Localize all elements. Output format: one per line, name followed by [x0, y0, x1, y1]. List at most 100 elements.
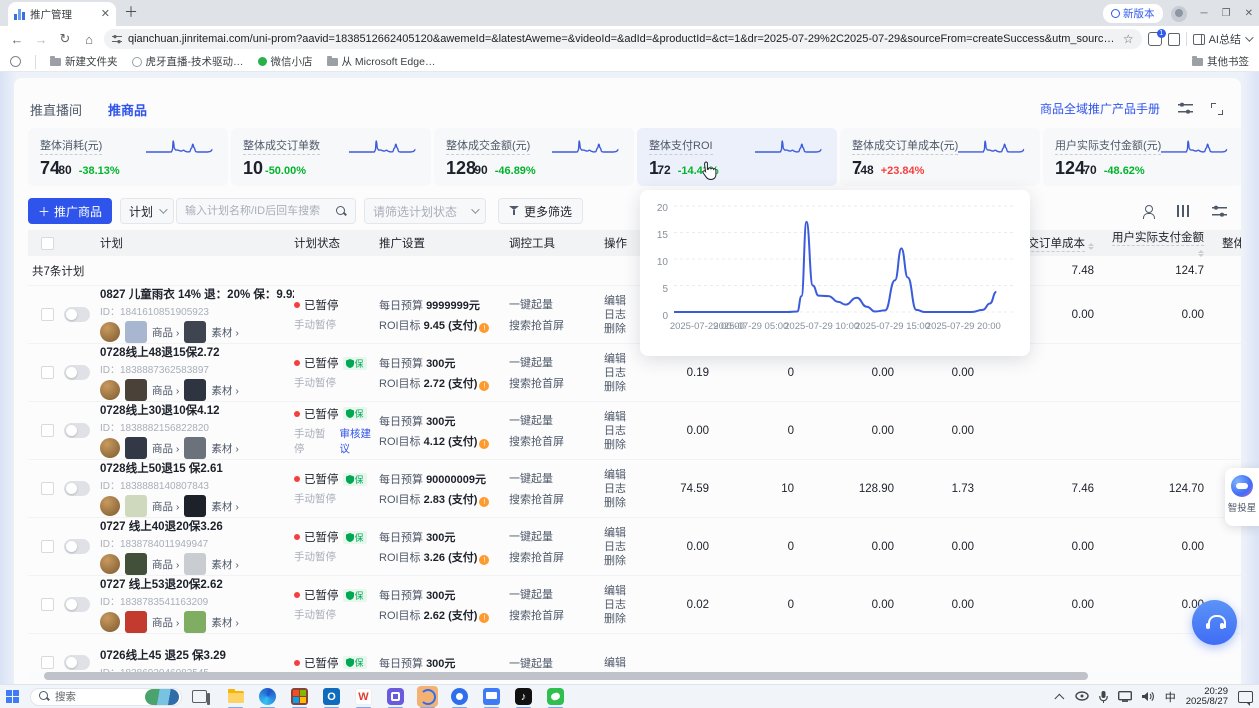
tool-boost[interactable]: 一键起量 [509, 528, 604, 544]
bookmark-item[interactable]: 从 Microsoft Edge… [327, 54, 436, 69]
network-display-icon[interactable] [1118, 691, 1132, 702]
metric-card-roi[interactable]: 整体支付ROI 1.72-14.43% [637, 128, 837, 186]
task-view-icon[interactable] [192, 690, 207, 703]
row-toggle[interactable] [64, 481, 90, 496]
tool-search-screen[interactable]: 搜索抢首屏 [509, 375, 604, 391]
material-link[interactable]: 素材 › [211, 383, 238, 398]
row-toggle[interactable] [64, 597, 90, 612]
bookmark-item[interactable]: 新建文件夹 [50, 54, 118, 69]
more-filters-button[interactable]: 更多筛选 [498, 198, 583, 224]
metric-card-orders[interactable]: 整体成交订单数 10-50.00% [231, 128, 431, 186]
edit-link[interactable]: 编辑 [604, 468, 659, 482]
table-row[interactable]: 0728线上30退10保4.12 ID：1838882156822820 商品 … [28, 402, 1241, 460]
plan-search-input[interactable] [185, 205, 336, 217]
bookmark-item[interactable]: 虎牙直播-技术驱动… [132, 54, 244, 69]
material-link[interactable]: 素材 › [211, 325, 238, 340]
table-row[interactable]: 0728线上50退15 保2.61 ID：1838888140807843 商品… [28, 460, 1241, 518]
new-version-badge[interactable]: 新版本 [1103, 4, 1163, 23]
row-checkbox[interactable] [41, 308, 54, 321]
tool-search-screen[interactable]: 搜索抢首屏 [509, 317, 604, 333]
row-toggle[interactable] [64, 365, 90, 380]
new-tab-button[interactable]: ＋ [124, 2, 138, 22]
edit-link[interactable]: 编辑 [604, 410, 659, 424]
window-close-button[interactable]: ✕ [1245, 8, 1253, 19]
row-toggle[interactable] [64, 539, 90, 554]
delete-link[interactable]: 删除 [604, 380, 659, 394]
table-row[interactable]: 0727 线上40退20保3.26 ID：1838784011949947 商品… [28, 518, 1241, 576]
table-row[interactable]: 0728线上48退15保2.72 ID：1838887362583897 商品 … [28, 344, 1241, 402]
notification-icon[interactable] [1238, 691, 1253, 703]
log-link[interactable]: 日志 [604, 366, 659, 380]
delete-link[interactable]: 删除 [604, 612, 659, 626]
site-settings-icon[interactable] [112, 34, 122, 44]
app-active-browser[interactable] [417, 686, 438, 707]
review-suggestion-link[interactable]: 审核建议 [340, 426, 380, 456]
app-meeting[interactable] [385, 686, 406, 707]
app-edge[interactable] [257, 686, 278, 707]
select-all-checkbox[interactable] [41, 237, 54, 250]
product-link[interactable]: 商品 › [152, 325, 179, 340]
add-promotion-button[interactable]: ＋推广商品 [28, 198, 112, 224]
header-status[interactable]: 计划状态 [294, 235, 379, 251]
plan-search-box[interactable] [176, 198, 356, 224]
edit-link[interactable]: 编辑 [604, 584, 659, 598]
search-icon[interactable] [336, 206, 347, 217]
plan-status-select[interactable]: 请筛选计划状态 [364, 198, 486, 224]
table-row[interactable]: 0827 儿童雨衣 14% 退：20% 保：9.92 ID：1841610851… [28, 286, 1241, 344]
plan-type-select[interactable]: 计划 [120, 198, 174, 224]
row-checkbox[interactable] [41, 424, 54, 437]
row-checkbox[interactable] [41, 656, 54, 669]
header-tool[interactable]: 调控工具 [509, 235, 604, 251]
row-checkbox[interactable] [41, 482, 54, 495]
row-checkbox[interactable] [41, 598, 54, 611]
header-setting[interactable]: 推广设置 [379, 235, 509, 251]
start-button[interactable] [6, 690, 20, 704]
forward-button[interactable]: → [32, 32, 50, 47]
edit-link[interactable]: 编辑 [604, 656, 659, 670]
tool-search-screen[interactable]: 搜索抢首屏 [509, 433, 604, 449]
custom-audience-icon[interactable] [1142, 205, 1155, 218]
other-bookmarks[interactable]: 其他书签 [1192, 54, 1249, 69]
window-minimize-button[interactable]: ─ [1201, 8, 1208, 19]
ai-summary-button[interactable]: AI总结 [1193, 31, 1251, 47]
sort-icon[interactable] [1198, 250, 1204, 257]
app-outlook[interactable]: O [321, 686, 342, 707]
fullscreen-icon[interactable] [1211, 103, 1223, 115]
log-link[interactable]: 日志 [604, 482, 659, 496]
taskbar-clock[interactable]: 20:29 2025/8/27 [1186, 687, 1228, 707]
header-plan[interactable]: 计划 [100, 235, 294, 251]
product-link[interactable]: 商品 › [152, 557, 179, 572]
tool-search-screen[interactable]: 搜索抢首屏 [509, 549, 604, 565]
table-filter-icon[interactable] [1212, 205, 1227, 218]
product-link[interactable]: 商品 › [152, 383, 179, 398]
header-overall-partial[interactable]: 整体 [1214, 235, 1241, 251]
tool-boost[interactable]: 一键起量 [509, 655, 604, 671]
log-link[interactable]: 日志 [604, 540, 659, 554]
delete-link[interactable]: 删除 [604, 438, 659, 452]
metric-card-user-paid[interactable]: 用户实际支付金额(元) 124.70-48.62% [1043, 128, 1241, 186]
table-row[interactable]: 0727 线上53退20保2.62 ID：1838783541163209 商品… [28, 576, 1241, 634]
address-bar[interactable]: qianchuan.jinritemai.com/uni-prom?aavid=… [104, 29, 1142, 49]
metric-card-consume[interactable]: 整体消耗(元) 74.80-38.13% [28, 128, 228, 186]
tool-boost[interactable]: 一键起量 [509, 470, 604, 486]
row-toggle[interactable] [64, 423, 90, 438]
home-button[interactable]: ⌂ [80, 32, 98, 47]
extension-icon[interactable]: 1 [1148, 32, 1162, 46]
delete-link[interactable]: 删除 [604, 496, 659, 510]
tray-expand-icon[interactable] [1054, 694, 1064, 704]
reading-list-icon[interactable] [10, 56, 21, 67]
app-microsoft-store[interactable] [289, 686, 310, 707]
product-link[interactable]: 商品 › [152, 499, 179, 514]
log-link[interactable]: 日志 [604, 598, 659, 612]
product-manual-link[interactable]: 商品全域推广产品手册 [1040, 100, 1160, 117]
window-maximize-button[interactable]: ❐ [1222, 8, 1231, 19]
tool-search-screen[interactable]: 搜索抢首屏 [509, 491, 604, 507]
product-link[interactable]: 商品 › [152, 441, 179, 456]
material-link[interactable]: 素材 › [211, 499, 238, 514]
material-link[interactable]: 素材 › [211, 557, 238, 572]
metric-card-gmv[interactable]: 整体成交金额(元) 128.90-46.89% [434, 128, 634, 186]
bookmark-star-icon[interactable]: ☆ [1123, 32, 1134, 46]
material-link[interactable]: 素材 › [211, 615, 238, 630]
row-checkbox[interactable] [41, 540, 54, 553]
customer-service-button[interactable] [1192, 600, 1237, 645]
